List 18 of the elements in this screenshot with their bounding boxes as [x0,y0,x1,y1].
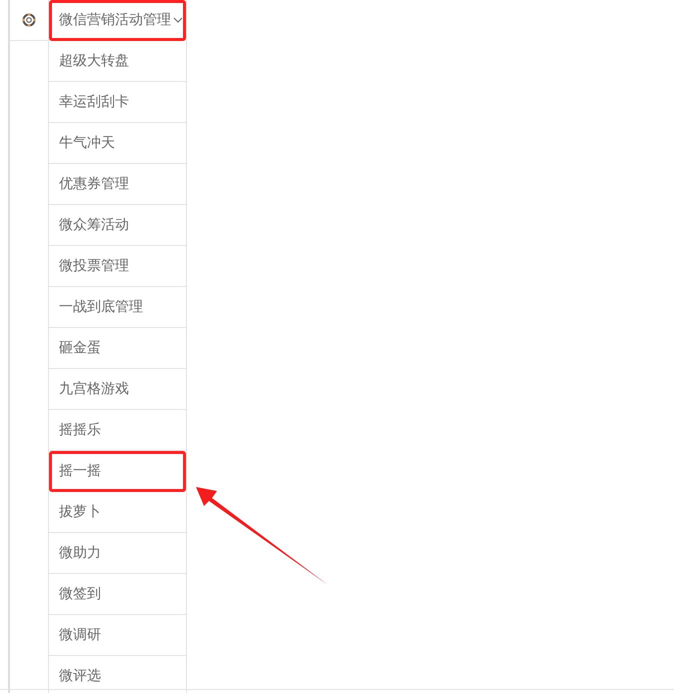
menu-item[interactable]: 牛气冲天 [49,123,186,164]
menu-header[interactable]: 微信营销活动管理 [49,0,186,41]
menu-item[interactable]: 砸金蛋 [49,328,186,369]
menu-item[interactable]: 微调研 [49,615,186,656]
menu-item[interactable]: 幸运刮刮卡 [49,82,186,123]
menu-item[interactable]: 超级大转盘 [49,41,186,82]
menu-item[interactable]: 九宫格游戏 [49,369,186,410]
menu-item[interactable]: 微签到 [49,574,186,615]
menu-item[interactable]: 一战到底管理 [49,287,186,328]
menu-item[interactable]: 摇一摇 [49,451,186,492]
menu-item[interactable]: 优惠券管理 [49,164,186,205]
menu-item[interactable]: 拔萝卜 [49,492,186,533]
lifebuoy-icon[interactable] [22,13,36,27]
menu-item[interactable]: 微众筹活动 [49,205,186,246]
menu-item[interactable]: 微助力 [49,533,186,574]
menu-item[interactable]: 微投票管理 [49,246,186,287]
menu-item[interactable]: 摇摇乐 [49,410,186,451]
caret-icon [173,16,183,24]
